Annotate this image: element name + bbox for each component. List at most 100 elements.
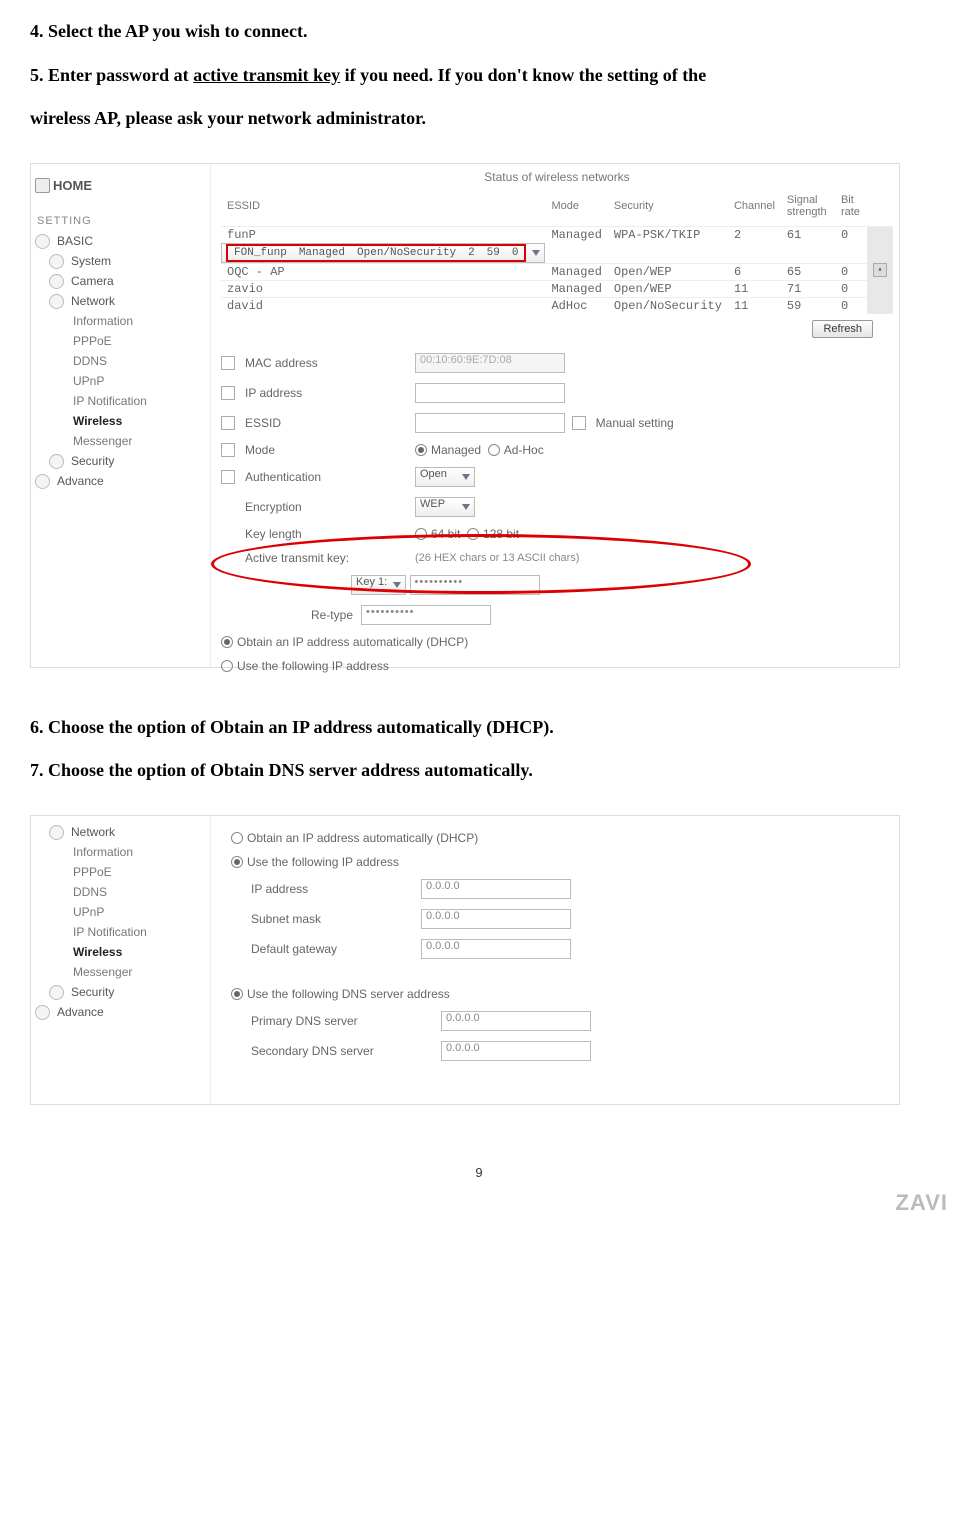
- nav-information-2[interactable]: Information: [31, 842, 210, 862]
- page-number: 9: [30, 1165, 928, 1180]
- nav-network-2[interactable]: Network: [45, 822, 210, 842]
- row-pdns: Primary DNS server 0.0.0.0: [231, 1006, 893, 1036]
- nav-advance[interactable]: Advance: [31, 471, 210, 491]
- enc-label: Encryption: [245, 500, 415, 514]
- manual-label: Manual setting: [596, 416, 674, 430]
- cell: Open/WEP: [608, 280, 728, 297]
- nav-security[interactable]: Security: [45, 451, 210, 471]
- static-label: Use the following IP address: [237, 659, 389, 673]
- brand-watermark: ZAVI: [896, 1190, 948, 1216]
- cell: 59: [781, 297, 835, 314]
- cell: funP: [221, 226, 545, 243]
- cell: AdHoc: [545, 297, 607, 314]
- col-bitrate: Bit rate: [835, 190, 867, 227]
- instr5-underline: active transmit key: [193, 65, 340, 85]
- row-dhcp-2: Obtain an IP address automatically (DHCP…: [231, 826, 893, 850]
- ip-label: IP address: [245, 386, 415, 400]
- nav-system[interactable]: System: [45, 251, 210, 271]
- essid-field[interactable]: [415, 413, 565, 433]
- col-signal: Signal strength: [781, 190, 835, 227]
- cell: 2: [728, 226, 781, 243]
- cell: 65: [781, 263, 835, 280]
- gw-field[interactable]: 0.0.0.0: [421, 939, 571, 959]
- manual-checkbox[interactable]: [572, 416, 586, 430]
- mode-managed-radio[interactable]: [415, 444, 427, 456]
- nav-upnp[interactable]: UPnP: [31, 371, 210, 391]
- mode-label: Mode: [245, 443, 415, 457]
- nav-wireless[interactable]: Wireless: [31, 411, 210, 431]
- static-radio-2[interactable]: [231, 856, 243, 868]
- cell: 11: [728, 280, 781, 297]
- nav-pppoe[interactable]: PPPoE: [31, 331, 210, 351]
- table-row[interactable]: OQC - APManagedOpen/WEP6650: [221, 263, 893, 280]
- scroll-up-icon[interactable]: ▴: [873, 263, 887, 277]
- cell: 0: [835, 297, 867, 314]
- table-header-row: ESSID Mode Security Channel Signal stren…: [221, 190, 893, 227]
- sdns-label: Secondary DNS server: [251, 1044, 441, 1058]
- pdns-field[interactable]: 0.0.0.0: [441, 1011, 591, 1031]
- mac-field: 00:10:60:9E:7D:08: [415, 353, 565, 373]
- nav-security-2[interactable]: Security: [45, 982, 210, 1002]
- nav-home[interactable]: HOME: [31, 174, 210, 197]
- sdns-field[interactable]: 0.0.0.0: [441, 1041, 591, 1061]
- table-row[interactable]: funPManagedWPA-PSK/TKIP2610 ▴: [221, 226, 893, 243]
- row-mode: Mode Managed Ad-Hoc: [221, 438, 893, 462]
- row-dns-static: Use the following DNS server address: [231, 982, 893, 1006]
- checkbox-icon[interactable]: [221, 416, 235, 430]
- row-enc: Encryption WEP: [221, 492, 893, 522]
- ip-label-2: IP address: [251, 882, 421, 896]
- nav-ipnotification-2[interactable]: IP Notification: [31, 922, 210, 942]
- mac-label: MAC address: [245, 356, 415, 370]
- nav-network[interactable]: Network: [45, 291, 210, 311]
- dns-static-radio[interactable]: [231, 988, 243, 1000]
- enc-select[interactable]: WEP: [415, 497, 475, 517]
- nav-ipnotification[interactable]: IP Notification: [31, 391, 210, 411]
- table-scrollbar[interactable]: ▴: [867, 226, 893, 314]
- nav-information[interactable]: Information: [31, 311, 210, 331]
- nav-upnp-2[interactable]: UPnP: [31, 902, 210, 922]
- ip-field-2[interactable]: 0.0.0.0: [421, 879, 571, 899]
- col-essid: ESSID: [221, 190, 545, 227]
- nav-ddns[interactable]: DDNS: [31, 351, 210, 371]
- table-row-selected[interactable]: FON_funpManagedOpen/NoSecurity2590: [221, 243, 545, 263]
- table-row[interactable]: zavioManagedOpen/WEP11710: [221, 280, 893, 297]
- dhcp-radio-2[interactable]: [231, 832, 243, 844]
- pdns-label: Primary DNS server: [251, 1014, 441, 1028]
- nav-advance-2[interactable]: Advance: [31, 1002, 210, 1022]
- row-sdns: Secondary DNS server 0.0.0.0: [231, 1036, 893, 1066]
- retype-password-field[interactable]: ••••••••••: [361, 605, 491, 625]
- dhcp-radio[interactable]: [221, 636, 233, 648]
- static-label-2: Use the following IP address: [247, 855, 399, 869]
- screenshot-ip-dns: Network Information PPPoE DDNS UPnP IP N…: [30, 815, 900, 1105]
- checkbox-icon[interactable]: [221, 470, 235, 484]
- nav-pppoe-2[interactable]: PPPoE: [31, 862, 210, 882]
- auth-select[interactable]: Open: [415, 467, 475, 487]
- instruction-5: 5. Enter password at active transmit key…: [30, 56, 928, 96]
- row-static: Use the following IP address: [221, 654, 893, 678]
- cell: 71: [781, 280, 835, 297]
- row-mac: MAC address 00:10:60:9E:7D:08: [221, 348, 893, 378]
- ip-field[interactable]: [415, 383, 565, 403]
- gw-label: Default gateway: [251, 942, 421, 956]
- mask-field[interactable]: 0.0.0.0: [421, 909, 571, 929]
- mode-adhoc-radio[interactable]: [488, 444, 500, 456]
- nav-sidebar: HOME SETTING BASIC System Camera Network…: [31, 164, 211, 667]
- table-row[interactable]: davidAdHocOpen/NoSecurity11590: [221, 297, 893, 314]
- nav-messenger[interactable]: Messenger: [31, 431, 210, 451]
- checkbox-icon[interactable]: [221, 386, 235, 400]
- nav-ddns-2[interactable]: DDNS: [31, 882, 210, 902]
- checkbox-icon[interactable]: [221, 356, 235, 370]
- status-title: Status of wireless networks: [221, 164, 893, 190]
- checkbox-icon[interactable]: [221, 443, 235, 457]
- static-radio[interactable]: [221, 660, 233, 672]
- nav-camera[interactable]: Camera: [45, 271, 210, 291]
- essid-label: ESSID: [245, 416, 415, 430]
- nav-basic[interactable]: BASIC: [31, 231, 210, 251]
- cell: zavio: [221, 280, 545, 297]
- cell: Managed: [545, 263, 607, 280]
- nav-wireless-2[interactable]: Wireless: [31, 942, 210, 962]
- auth-label: Authentication: [245, 470, 415, 484]
- cell: 0: [835, 280, 867, 297]
- refresh-button[interactable]: Refresh: [812, 320, 873, 338]
- nav-messenger-2[interactable]: Messenger: [31, 962, 210, 982]
